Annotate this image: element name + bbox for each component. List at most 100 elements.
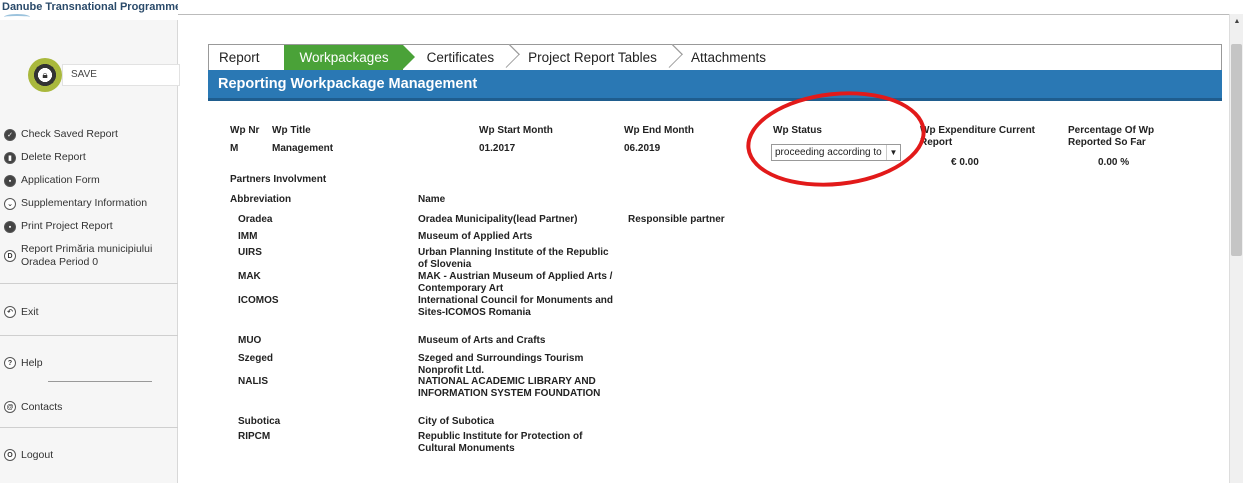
partner-row: ICOMOS International Council for Monument…: [230, 295, 750, 335]
wp-percentage-header: Percentage Of Wp Reported So Far: [1068, 125, 1155, 148]
sidebar-item-contacts[interactable]: @ Contacts: [4, 400, 62, 413]
partner-role: [618, 335, 738, 353]
sidebar-divider: [0, 335, 178, 336]
wp-percentage-value: 0.00 %: [1098, 157, 1130, 168]
sidebar-item-help[interactable]: ? Help: [4, 356, 43, 369]
sidebar-nav: ✓ Check Saved Report ▮ Delete Report ▪ A…: [4, 128, 174, 277]
trash-icon: ▮: [4, 152, 16, 164]
app-title: Danube Transnational Programme: [2, 1, 178, 13]
download-icon: ⌄: [4, 198, 16, 210]
sidebar-item-label: Exit: [21, 305, 39, 318]
tab-label: Project Report Tables: [528, 50, 657, 65]
logout-icon: O: [4, 449, 16, 461]
partner-role: [618, 247, 738, 271]
sidebar-item-exit[interactable]: ↶ Exit: [4, 305, 39, 318]
partner-row: UIRS Urban Planning Institute of the Repu…: [230, 247, 750, 271]
lock-icon: ▪: [4, 175, 16, 187]
partner-row: MAK MAK - Austrian Museum of Applied Arts…: [230, 271, 750, 295]
sidebar-item-logout[interactable]: O Logout: [4, 448, 53, 461]
header-divider: [178, 14, 1229, 15]
partner-role: [618, 353, 738, 376]
sidebar-item-label: Supplementary Information: [21, 197, 148, 209]
partner-role: [618, 376, 738, 416]
wp-nr-header: Wp Nr: [230, 125, 260, 136]
sidebar-item-report-period[interactable]: D Report Primăria municipiului Oradea Pe…: [4, 243, 174, 277]
wp-expenditure-value: € 0.00: [951, 157, 979, 168]
partner-name: Oradea Municipality(lead Partner): [418, 214, 578, 225]
tab-certificates[interactable]: Certificates: [417, 44, 520, 70]
sidebar-item-print-project-report[interactable]: ▪ Print Project Report: [4, 220, 174, 243]
tab-label: Attachments: [690, 50, 766, 65]
wp-start-value: 01.2017: [479, 143, 516, 154]
tab-label: Workpackages: [299, 50, 389, 65]
partner-abbreviation: Subotica: [238, 416, 281, 427]
partner-abbreviation: IMM: [238, 231, 258, 242]
tab-bar: Report Workpackages Certificates Project…: [208, 44, 1222, 70]
sidebar-item-label: Logout: [21, 448, 54, 461]
partner-abbreviation: Oradea: [238, 214, 273, 225]
partner-role: [618, 295, 738, 335]
partner-name: Urban Planning Institute of the Republic…: [418, 247, 609, 270]
chevron-right-icon: [496, 44, 520, 68]
partner-role: [618, 416, 738, 431]
wp-start-header: Wp Start Month: [479, 125, 553, 136]
main-content: Report Workpackages Certificates Project…: [208, 44, 1222, 454]
sidebar-item-application-form[interactable]: ▪ Application Form: [4, 174, 174, 197]
partner-role: Responsible partner: [628, 214, 725, 225]
document-icon: D: [4, 250, 16, 262]
partner-name: City of Subotica: [418, 416, 495, 427]
contacts-icon: @: [4, 401, 16, 413]
tab-label: Certificates: [426, 50, 495, 65]
save-lock-icon[interactable]: 🔒︎: [28, 58, 62, 92]
partner-abbreviation: RIPCM: [238, 431, 271, 442]
partner-name: Republic Institute for Protection of Cul…: [418, 431, 583, 454]
tab-project-report-tables[interactable]: Project Report Tables: [518, 44, 683, 70]
partner-abbreviation: MUO: [238, 335, 262, 346]
partner-abbreviation: UIRS: [238, 247, 262, 258]
partner-abbreviation: ICOMOS: [238, 295, 279, 306]
sidebar-item-label: Contacts: [21, 400, 63, 413]
partner-row: NALIS NATIONAL ACADEMIC LIBRARY AND INFOR…: [230, 376, 750, 416]
scrollbar[interactable]: ▲: [1229, 14, 1243, 483]
wp-title-header: Wp Title: [272, 125, 311, 136]
save-button[interactable]: SAVE: [62, 64, 180, 86]
partner-abbreviation: NALIS: [238, 376, 268, 387]
sidebar-item-label: Print Project Report: [21, 220, 113, 232]
sidebar-item-delete-report[interactable]: ▮ Delete Report: [4, 151, 174, 174]
sidebar-item-label: Application Form: [21, 174, 100, 186]
wp-expenditure-header: Wp Expenditure Current Report: [920, 125, 1036, 148]
partner-row: Subotica City of Subotica: [230, 416, 750, 431]
exit-icon: ↶: [4, 306, 16, 318]
tab-workpackages[interactable]: Workpackages: [283, 45, 415, 70]
tab-attachments[interactable]: Attachments: [681, 45, 780, 70]
partner-row: RIPCM Republic Institute for Protection o…: [230, 431, 750, 459]
sidebar-item-check-saved-report[interactable]: ✓ Check Saved Report: [4, 128, 174, 151]
partners-section: Partners Involvment Abbreviation Name Or…: [230, 174, 750, 459]
sidebar-divider: [0, 283, 178, 284]
wp-nr-value: M: [230, 143, 239, 154]
partner-row: IMM Museum of Applied Arts: [230, 231, 750, 247]
sidebar-divider: [0, 427, 178, 428]
partner-abbreviation: MAK: [238, 271, 261, 282]
partner-row: MUO Museum of Arts and Crafts: [230, 335, 750, 353]
partner-abbreviation: Szeged: [238, 353, 274, 364]
print-lock-icon: ▪: [4, 221, 16, 233]
partner-role: [618, 231, 738, 247]
section-title: Reporting Workpackage Management: [208, 70, 1222, 101]
scroll-thumb[interactable]: [1231, 44, 1242, 256]
scroll-up-icon[interactable]: ▲: [1230, 14, 1243, 30]
help-icon: ?: [4, 357, 16, 369]
abbr-column-header: Abbreviation: [230, 194, 292, 205]
save-control[interactable]: 🔒︎ SAVE: [28, 58, 180, 92]
tab-report[interactable]: Report: [209, 45, 274, 70]
partner-role: [618, 271, 738, 295]
name-column-header: Name: [418, 194, 446, 205]
partner-name: NATIONAL ACADEMIC LIBRARY AND INFORMATIO…: [418, 376, 601, 399]
partner-role: [618, 431, 738, 459]
sidebar-divider: [48, 381, 152, 382]
wp-title-value: Management: [272, 143, 334, 154]
sidebar-item-supplementary-information[interactable]: ⌄ Supplementary Information: [4, 197, 174, 220]
sidebar-item-label: Check Saved Report: [21, 128, 118, 140]
wp-end-value: 06.2019: [624, 143, 661, 154]
partner-list: Oradea Oradea Municipality(lead Partner) R…: [230, 214, 750, 459]
